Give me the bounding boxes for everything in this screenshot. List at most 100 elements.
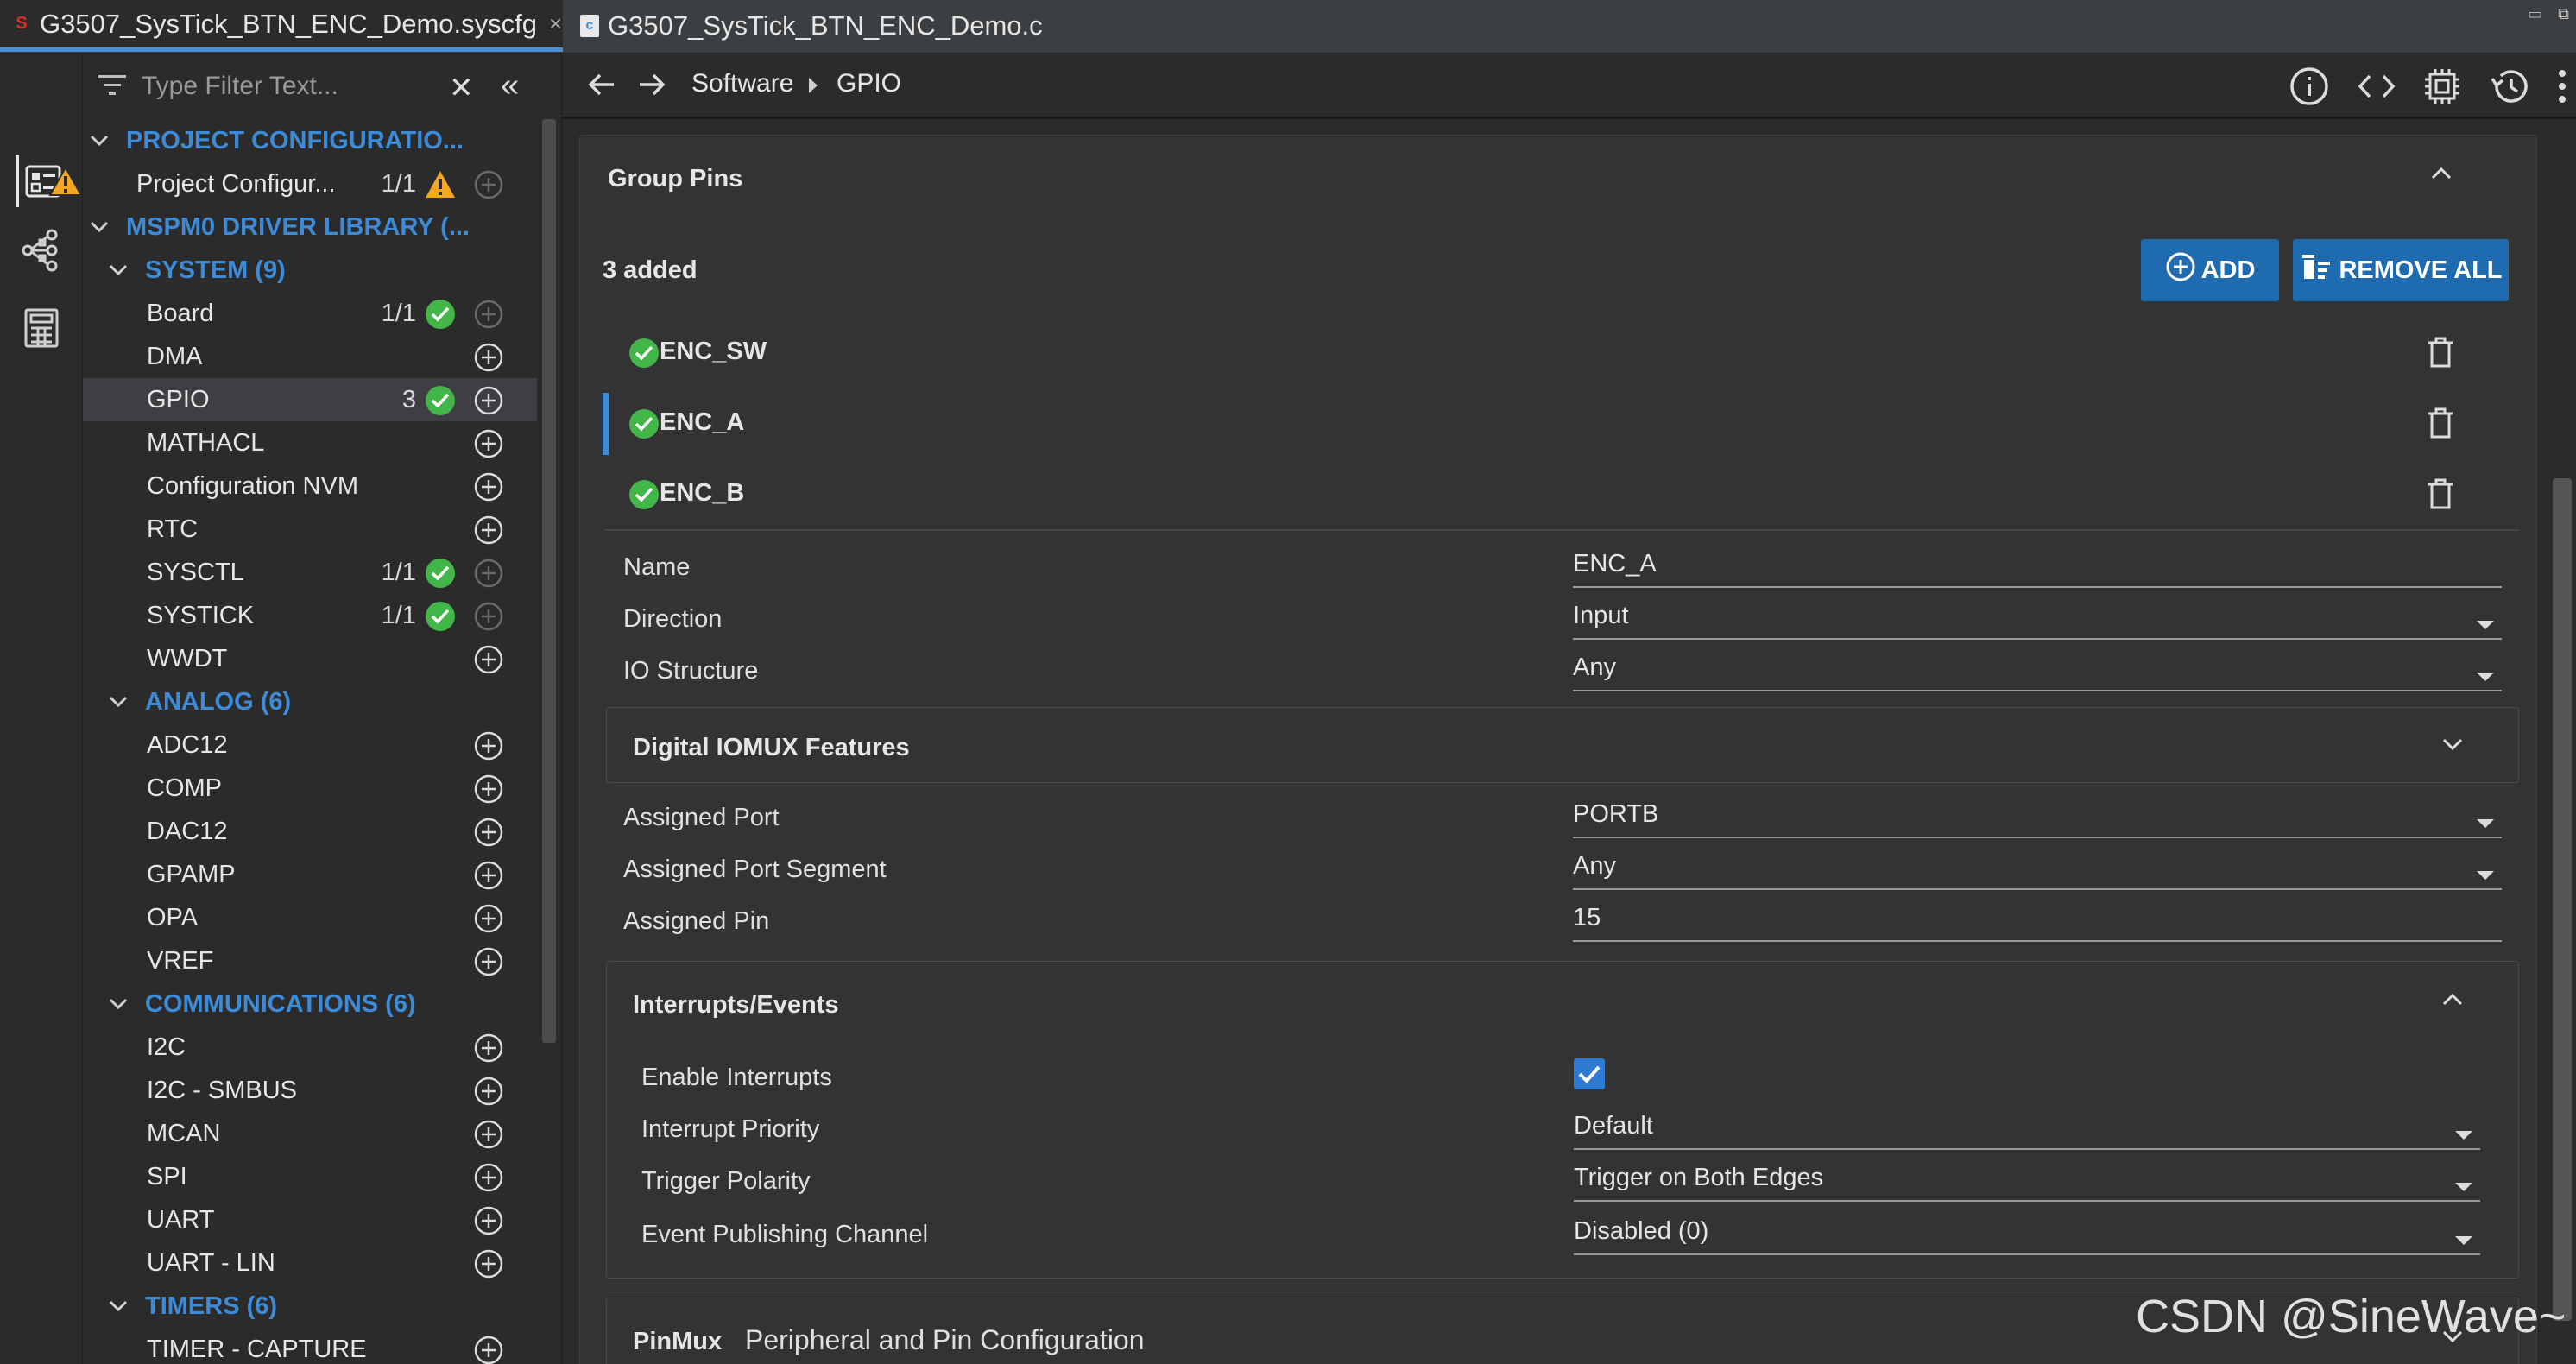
tree-scrollbar[interactable] xyxy=(537,119,559,1364)
add-circle-icon[interactable] xyxy=(473,1119,504,1150)
chevron-down-icon[interactable] xyxy=(2435,727,2470,761)
tree-icon[interactable] xyxy=(16,224,67,276)
tree-item-comp[interactable]: COMP xyxy=(83,767,539,810)
tree-category-project-configuration[interactable]: PROJECT CONFIGURATIO... xyxy=(83,119,539,162)
restore-icon[interactable]: ⧉ xyxy=(2558,5,2569,23)
tree-item-configuration-nvm[interactable]: Configuration NVM xyxy=(83,464,539,508)
chevron-up-icon[interactable] xyxy=(2435,982,2470,1017)
clear-filter-icon[interactable]: ✕ xyxy=(449,71,474,105)
tab-c-file[interactable]: c G3507_SysTick_BTN_ENC_Demo.c xyxy=(568,0,1051,52)
calculator-icon[interactable] xyxy=(16,302,67,354)
tree-item-i2c-smbus[interactable]: I2C - SMBUS xyxy=(83,1069,539,1112)
tree-item-dma[interactable]: DMA xyxy=(83,335,539,378)
chevron-down-icon[interactable] xyxy=(88,129,110,152)
trash-icon[interactable] xyxy=(2426,477,2455,515)
tree-item-gpamp[interactable]: GPAMP xyxy=(83,853,539,896)
main-scrollbar-thumb[interactable] xyxy=(2553,478,2572,1321)
collapse-panel-icon[interactable]: « xyxy=(501,67,519,104)
arrow-left-icon[interactable] xyxy=(584,67,619,106)
main-scrollbar[interactable] xyxy=(2546,123,2576,1364)
tree-item-mathacl[interactable]: MATHACL xyxy=(83,421,539,464)
add-circle-icon[interactable] xyxy=(473,342,504,373)
tree-item-adc12[interactable]: ADC12 xyxy=(83,723,539,767)
tree-scrollbar-thumb[interactable] xyxy=(542,119,556,1043)
pin-item-enc-sw[interactable]: ENC_SW xyxy=(603,319,2519,388)
add-circle-icon[interactable] xyxy=(473,903,504,934)
tree-item-project-configuration[interactable]: Project Configur... 1/1 xyxy=(83,162,539,205)
add-circle-icon[interactable] xyxy=(473,428,504,459)
chip-icon[interactable] xyxy=(2421,66,2463,107)
interrupt-priority-select[interactable]: Default xyxy=(1574,1107,2480,1150)
code-icon[interactable] xyxy=(2356,66,2397,107)
assigned-port-segment-select[interactable]: Any xyxy=(1573,847,2502,890)
tree-item-mcan[interactable]: MCAN xyxy=(83,1112,539,1155)
add-circle-icon[interactable] xyxy=(473,1248,504,1279)
name-field[interactable]: ENC_A xyxy=(1573,545,2502,588)
chevron-down-icon[interactable] xyxy=(107,259,129,281)
history-icon[interactable] xyxy=(2489,66,2530,107)
add-circle-icon[interactable] xyxy=(473,1335,504,1364)
add-circle-icon[interactable] xyxy=(473,1076,504,1107)
tree-item-wwdt[interactable]: WWDT xyxy=(83,637,539,680)
filter-input[interactable] xyxy=(140,66,468,107)
tree-item-dac12[interactable]: DAC12 xyxy=(83,810,539,853)
tree-item-uart[interactable]: UART xyxy=(83,1198,539,1241)
direction-label: Direction xyxy=(623,605,723,633)
arrow-right-icon[interactable] xyxy=(635,67,669,106)
tree-item-i2c[interactable]: I2C xyxy=(83,1026,539,1069)
tree-item-timer-capture[interactable]: TIMER - CAPTURE xyxy=(83,1328,539,1364)
tree-item-opa[interactable]: OPA xyxy=(83,896,539,939)
add-circle-icon[interactable] xyxy=(473,860,504,891)
add-circle-icon[interactable] xyxy=(473,515,504,546)
tree-category-communications[interactable]: COMMUNICATIONS (6) xyxy=(83,982,539,1026)
digital-iomux-panel[interactable]: Digital IOMUX Features xyxy=(606,707,2519,783)
tree-category-analog[interactable]: ANALOG (6) xyxy=(83,680,539,723)
add-circle-icon[interactable] xyxy=(473,1162,504,1193)
tree-item-gpio[interactable]: GPIO 3 xyxy=(83,378,539,421)
pin-item-enc-b[interactable]: ENC_B xyxy=(603,460,2519,529)
trigger-polarity-select[interactable]: Trigger on Both Edges xyxy=(1574,1159,2480,1202)
chevron-up-icon[interactable] xyxy=(2424,156,2459,191)
add-button[interactable]: ADD xyxy=(2141,239,2279,301)
chevron-down-icon[interactable] xyxy=(107,691,129,713)
tree-item-sysctl[interactable]: SYSCTL 1/1 xyxy=(83,551,539,594)
add-circle-icon[interactable] xyxy=(473,644,504,675)
close-icon[interactable]: × xyxy=(549,10,562,37)
assigned-port-select[interactable]: PORTB xyxy=(1573,795,2502,838)
tree-item-systick[interactable]: SYSTICK 1/1 xyxy=(83,594,539,637)
tree-item-rtc[interactable]: RTC xyxy=(83,508,539,551)
assigned-pin-field[interactable]: 15 xyxy=(1573,899,2502,942)
tree-item-uart-lin[interactable]: UART - LIN xyxy=(83,1241,539,1285)
add-circle-icon[interactable] xyxy=(473,730,504,761)
add-circle-icon[interactable] xyxy=(473,1032,504,1064)
event-publishing-channel-select[interactable]: Disabled (0) xyxy=(1574,1212,2480,1255)
chevron-down-icon[interactable] xyxy=(107,993,129,1015)
tree-category-timers[interactable]: TIMERS (6) xyxy=(83,1285,539,1328)
tree-item-vref[interactable]: VREF xyxy=(83,939,539,982)
add-circle-icon[interactable] xyxy=(473,817,504,848)
tree-category-system[interactable]: SYSTEM (9) xyxy=(83,249,539,292)
chevron-down-icon[interactable] xyxy=(107,1295,129,1317)
tree-item-board[interactable]: Board 1/1 xyxy=(83,292,539,335)
trash-icon[interactable] xyxy=(2426,336,2455,373)
add-circle-icon[interactable] xyxy=(473,1205,504,1236)
breadcrumb-gpio[interactable]: GPIO xyxy=(837,69,901,98)
enable-interrupts-checkbox[interactable] xyxy=(1574,1058,1605,1089)
trash-icon[interactable] xyxy=(2426,407,2455,444)
io-structure-select[interactable]: Any xyxy=(1573,648,2502,691)
add-circle-icon[interactable] xyxy=(473,946,504,977)
remove-all-button[interactable]: REMOVE ALL xyxy=(2293,239,2509,301)
more-vertical-icon[interactable] xyxy=(2548,66,2576,107)
direction-select[interactable]: Input xyxy=(1573,597,2502,640)
tree-category-driver-library[interactable]: MSPM0 DRIVER LIBRARY (... xyxy=(83,205,539,249)
breadcrumb-software[interactable]: Software xyxy=(691,69,793,98)
pin-item-enc-a[interactable]: ENC_A xyxy=(603,389,2519,458)
tree-item-spi[interactable]: SPI xyxy=(83,1155,539,1198)
tab-syscfg-file[interactable]: S G3507_SysTick_BTN_ENC_Demo.syscfg × xyxy=(0,0,563,52)
minimize-icon[interactable]: ▭ xyxy=(2528,5,2542,23)
add-circle-icon[interactable] xyxy=(473,385,504,416)
chevron-down-icon[interactable] xyxy=(88,216,110,238)
add-circle-icon[interactable] xyxy=(473,471,504,502)
info-icon[interactable] xyxy=(2289,66,2330,107)
add-circle-icon[interactable] xyxy=(473,774,504,805)
